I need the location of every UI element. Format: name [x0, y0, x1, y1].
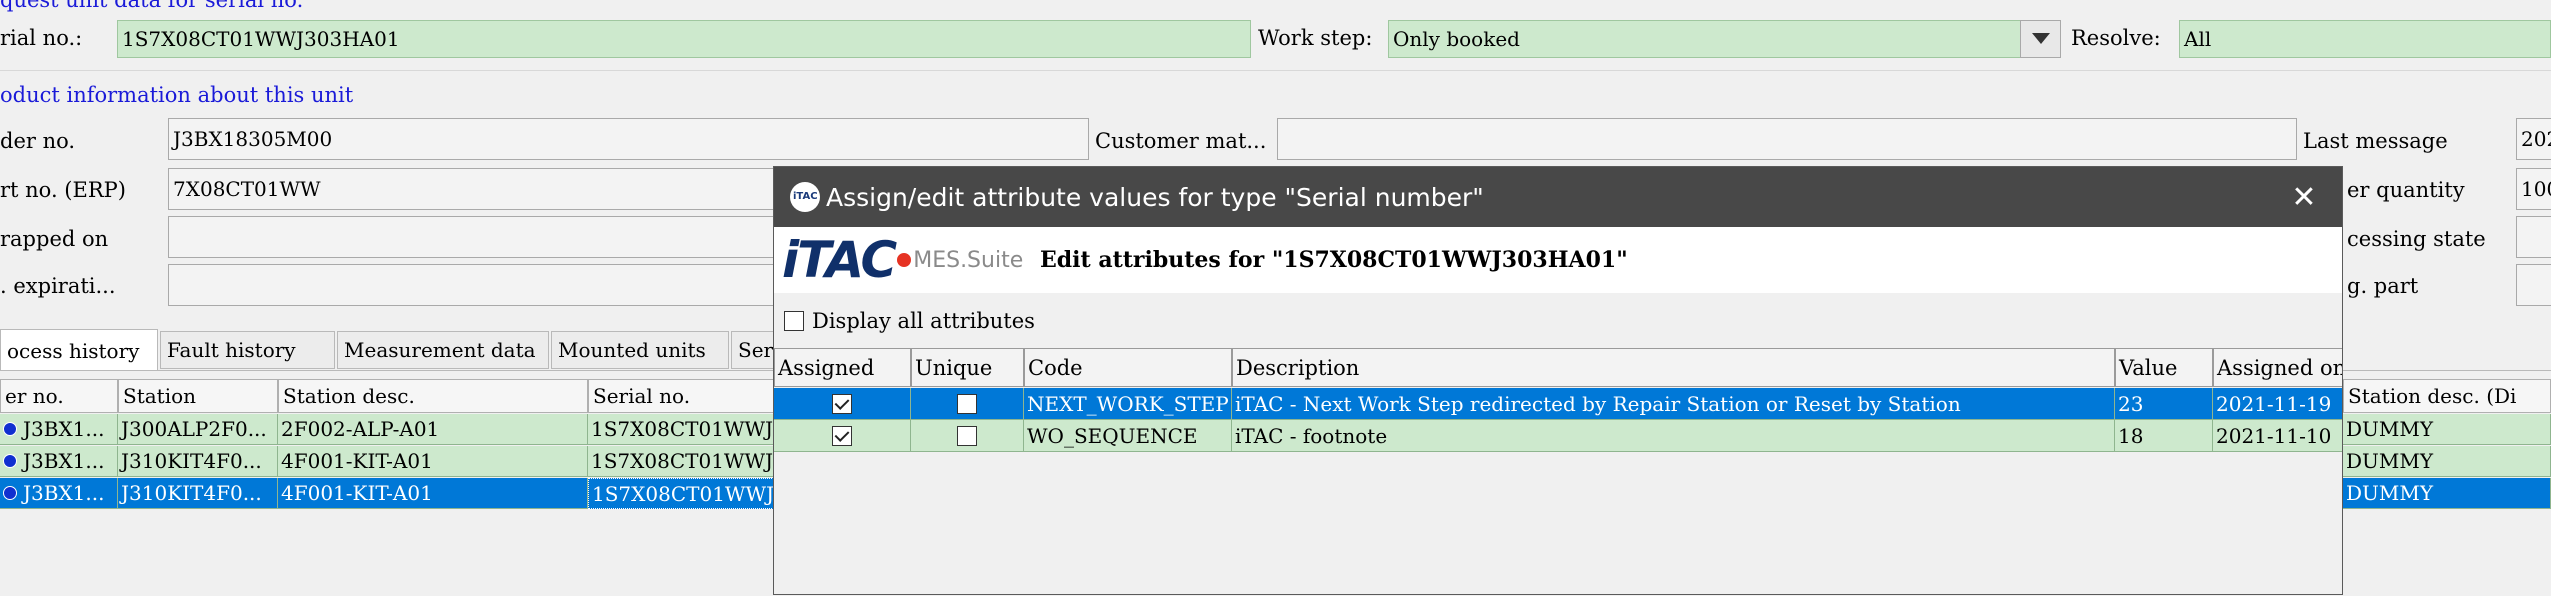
workstep-label: Work step:	[1258, 26, 1373, 50]
history-header-station-desc[interactable]: Station desc.	[278, 379, 588, 413]
expiration-label: . expirati...	[0, 274, 116, 298]
history-cell-desc[interactable]: 4F001-KIT-A01	[278, 446, 588, 477]
attr-code[interactable]: WO_SEQUENCE	[1024, 420, 1232, 452]
unique-checkbox[interactable]	[957, 393, 977, 414]
scrapped-label: rapped on	[0, 227, 109, 251]
history-cell-station[interactable]: J310KIT4F0...	[118, 478, 278, 509]
workstep-value: Only booked	[1393, 27, 1520, 51]
assign-attributes-dialog: iTAC Assign/edit attribute values for ty…	[773, 166, 2343, 595]
quantity-label: er quantity	[2347, 178, 2465, 202]
attr-value[interactable]: 23	[2115, 388, 2213, 420]
history-header-order[interactable]: er no.	[0, 379, 118, 413]
table-row[interactable]: J3BX1...	[0, 478, 118, 509]
col-code[interactable]: Code	[1024, 348, 1232, 387]
history-cell-desc[interactable]: 2F002-ALP-A01	[278, 414, 588, 445]
request-section-title: quest unit data for serial no.	[0, 0, 304, 12]
part2-field[interactable]	[2516, 264, 2551, 306]
history-cell-station[interactable]: J300ALP2F0...	[118, 414, 278, 445]
expiration-field[interactable]	[168, 264, 778, 306]
workstep-dropdown-button[interactable]	[2020, 20, 2061, 58]
product-section-title: oduct information about this unit	[0, 83, 354, 107]
assigned-checkbox[interactable]	[832, 425, 852, 446]
col-assigned-on[interactable]: Assigned on	[2213, 348, 2342, 387]
tab-process-history[interactable]: ocess history	[0, 329, 158, 371]
resolve-label: Resolve:	[2071, 26, 2161, 50]
history-header-station-desc-right[interactable]: Station desc. (Di	[2343, 379, 2551, 413]
tab-fault-history[interactable]: Fault history	[160, 331, 335, 369]
last-message-field[interactable]: 202	[2516, 118, 2551, 160]
quantity-field[interactable]: 100	[2516, 168, 2551, 210]
table-row[interactable]: J3BX1...	[0, 446, 118, 477]
dialog-heading: Edit attributes for "1S7X08CT01WWJ303HA0…	[1040, 247, 1628, 273]
attr-assigned-on[interactable]: 2021-11-19	[2213, 388, 2342, 420]
chevron-down-icon	[2031, 33, 2050, 44]
table-row[interactable]: J3BX1...	[0, 414, 118, 445]
customer-mat-label: Customer mat...	[1095, 129, 1267, 153]
tab-mounted-units[interactable]: Mounted units	[551, 331, 729, 369]
processing-state-label: cessing state	[2347, 227, 2486, 251]
display-all-toggle[interactable]: Display all attributes	[784, 309, 1035, 333]
status-dot-icon	[3, 486, 17, 500]
serial-input[interactable]: 1S7X08CT01WWJ303HA01	[117, 20, 1251, 58]
history-cell-order: J3BX1...	[23, 449, 105, 473]
history-cell-serial[interactable]: 1S7X08CT01WWJ303	[588, 414, 778, 445]
processing-state-field[interactable]	[2516, 216, 2551, 258]
history-cell-serial[interactable]: 1S7X08CT01WWJ303	[588, 478, 778, 509]
history-cell-order: J3BX1...	[23, 417, 105, 441]
unique-checkbox[interactable]	[957, 425, 977, 446]
logo-text: iTAC	[782, 231, 897, 289]
history-cell-station[interactable]: J310KIT4F0...	[118, 446, 278, 477]
history-header-serial[interactable]: Serial no.	[588, 379, 778, 413]
assigned-checkbox[interactable]	[832, 393, 852, 414]
status-dot-icon	[3, 454, 17, 468]
serial-label: rial no.:	[0, 26, 83, 50]
attr-description[interactable]: iTAC - Next Work Step redirected by Repa…	[1232, 388, 2115, 420]
attr-value[interactable]: 18	[2115, 420, 2213, 452]
col-description[interactable]: Description	[1232, 348, 2115, 387]
tab-measurement-data[interactable]: Measurement data	[337, 331, 549, 369]
history-header-station[interactable]: Station	[118, 379, 278, 413]
part2-label: g. part	[2347, 274, 2419, 298]
last-message-label: Last message	[2303, 129, 2448, 153]
attr-description[interactable]: iTAC - footnote	[1232, 420, 2115, 452]
divider	[0, 70, 2551, 71]
order-label: der no.	[0, 129, 76, 153]
part-label: rt no. (ERP)	[0, 178, 126, 202]
logo-dot-icon	[897, 253, 912, 267]
unique-cell[interactable]	[911, 388, 1024, 420]
dialog-title-bar[interactable]: iTAC Assign/edit attribute values for ty…	[774, 167, 2342, 227]
col-value[interactable]: Value	[2115, 348, 2213, 387]
dialog-header: iTAC MES.Suite Edit attributes for "1S7X…	[774, 227, 2342, 293]
history-cell-serial[interactable]: 1S7X08CT01WWJ303	[588, 446, 778, 477]
itac-logo: iTAC MES.Suite	[782, 231, 1024, 289]
resolve-select[interactable]: All	[2179, 20, 2551, 58]
logo-suffix: MES.Suite	[913, 247, 1024, 273]
dialog-title: Assign/edit attribute values for type "S…	[826, 182, 1484, 212]
workstep-select[interactable]: Only booked	[1388, 20, 2061, 58]
part-field[interactable]: 7X08CT01WW	[168, 168, 778, 210]
col-assigned[interactable]: Assigned	[774, 348, 911, 387]
itac-app-icon: iTAC	[790, 182, 820, 212]
table-row[interactable]	[774, 420, 911, 452]
attr-assigned-on[interactable]: 2021-11-10	[2213, 420, 2342, 452]
history-cell-order: J3BX1...	[23, 481, 105, 505]
customer-mat-field[interactable]	[1277, 118, 2297, 160]
display-all-label: Display all attributes	[812, 309, 1035, 333]
unique-cell[interactable]	[911, 420, 1024, 452]
status-dot-icon	[3, 422, 17, 436]
display-all-checkbox[interactable]	[784, 311, 804, 331]
history-cell-right[interactable]: DUMMY	[2343, 414, 2551, 445]
scrapped-field[interactable]	[168, 216, 778, 258]
close-icon[interactable]: ✕	[2286, 179, 2322, 215]
attr-code[interactable]: NEXT_WORK_STEP	[1024, 388, 1232, 420]
col-unique[interactable]: Unique	[911, 348, 1024, 387]
history-cell-right[interactable]: DUMMY	[2343, 478, 2551, 509]
table-row[interactable]	[774, 388, 911, 420]
order-field[interactable]: J3BX18305M00	[168, 118, 1089, 160]
history-cell-desc[interactable]: 4F001-KIT-A01	[278, 478, 588, 509]
history-cell-right[interactable]: DUMMY	[2343, 446, 2551, 477]
